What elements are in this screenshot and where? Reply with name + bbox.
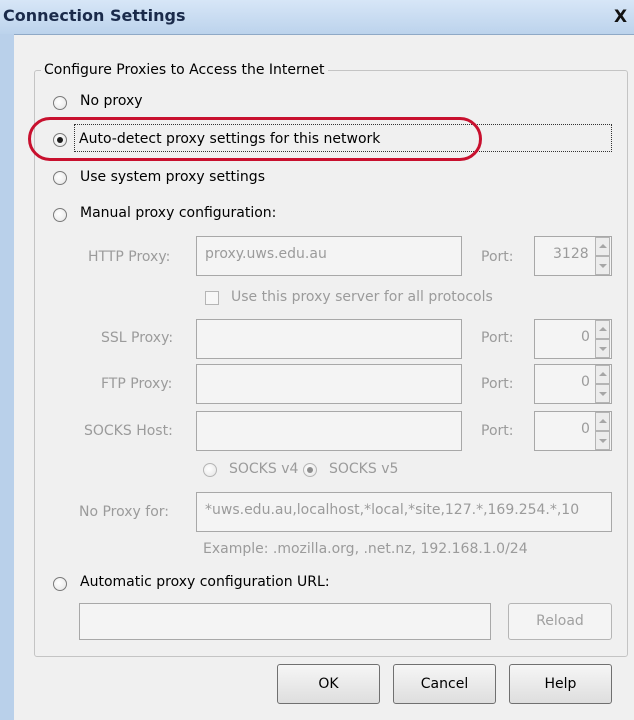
http-proxy-label: HTTP Proxy: [88,249,171,265]
radio-system-proxy-indicator[interactable] [53,171,67,185]
http-port-spin-down[interactable] [595,256,610,275]
socks-port-input[interactable]: 0 [534,411,612,451]
socks-port-label: Port: [481,423,514,439]
radio-system-proxy-label: Use system proxy settings [80,169,265,185]
http-proxy-input[interactable]: proxy.uws.edu.au [196,236,462,276]
radio-socks-v5-indicator[interactable] [303,463,317,477]
radio-no-proxy-label: No proxy [80,93,143,109]
ssl-port-value: 0 [581,329,590,345]
cancel-button[interactable]: Cancel [393,664,496,704]
ftp-proxy-input[interactable] [196,364,462,404]
no-proxy-example: Example: .mozilla.org, .net.nz, 192.168.… [203,541,528,557]
reload-button[interactable]: Reload [508,603,612,640]
auto-config-url-input[interactable] [79,603,491,640]
radio-socks-v5-label: SOCKS v5 [329,461,399,477]
radio-auto-config-indicator[interactable] [53,577,67,591]
group-title: Configure Proxies to Access the Internet [41,61,328,79]
title-bar: Connection Settings X [0,0,634,35]
no-proxy-for-value: *uws.edu.au,localhost,*local,*site,127.*… [205,502,580,518]
ssl-port-input[interactable]: 0 [534,319,612,359]
ssl-port-spin-up[interactable] [595,320,610,339]
help-button[interactable]: Help [509,664,612,704]
annotation-highlight-ellipse [28,117,482,161]
ssl-port-spin-down[interactable] [595,339,610,358]
socks-port-value: 0 [581,421,590,437]
no-proxy-for-input[interactable]: *uws.edu.au,localhost,*local,*site,127.*… [196,492,612,532]
ftp-port-input[interactable]: 0 [534,364,612,404]
no-proxy-for-label: No Proxy for: [79,504,170,520]
radio-manual-indicator[interactable] [53,208,67,222]
ftp-proxy-label: FTP Proxy: [101,376,173,392]
http-port-spin-up[interactable] [595,237,610,256]
window-frame-left [0,34,14,720]
ftp-port-value: 0 [581,374,590,390]
ftp-port-spin-up[interactable] [595,365,610,384]
ssl-port-label: Port: [481,330,514,346]
share-proxy-checkbox[interactable] [205,291,219,305]
radio-socks-v4-label: SOCKS v4 [229,461,299,477]
http-port-input[interactable]: 3128 [534,236,612,276]
ok-button[interactable]: OK [277,664,380,704]
http-proxy-value: proxy.uws.edu.au [205,246,327,262]
share-proxy-label: Use this proxy server for all protocols [231,289,493,305]
ftp-port-spin-down[interactable] [595,384,610,403]
http-port-value: 3128 [553,246,589,262]
radio-no-proxy-indicator[interactable] [53,96,67,110]
ftp-port-label: Port: [481,376,514,392]
socks-host-label: SOCKS Host: [84,423,173,439]
http-port-label: Port: [481,249,514,265]
connection-settings-dialog: Connection Settings X Configure Proxies … [0,0,634,720]
close-icon[interactable]: X [614,6,634,28]
socks-host-input[interactable] [196,411,462,451]
ssl-proxy-label: SSL Proxy: [101,330,174,346]
radio-socks-v4-indicator[interactable] [203,463,217,477]
radio-manual-label: Manual proxy configuration: [80,205,277,221]
radio-auto-config-label: Automatic proxy configuration URL: [80,574,330,590]
window-title: Connection Settings [3,6,186,25]
ssl-proxy-input[interactable] [196,319,462,359]
socks-port-spin-up[interactable] [595,412,610,431]
socks-port-spin-down[interactable] [595,431,610,450]
